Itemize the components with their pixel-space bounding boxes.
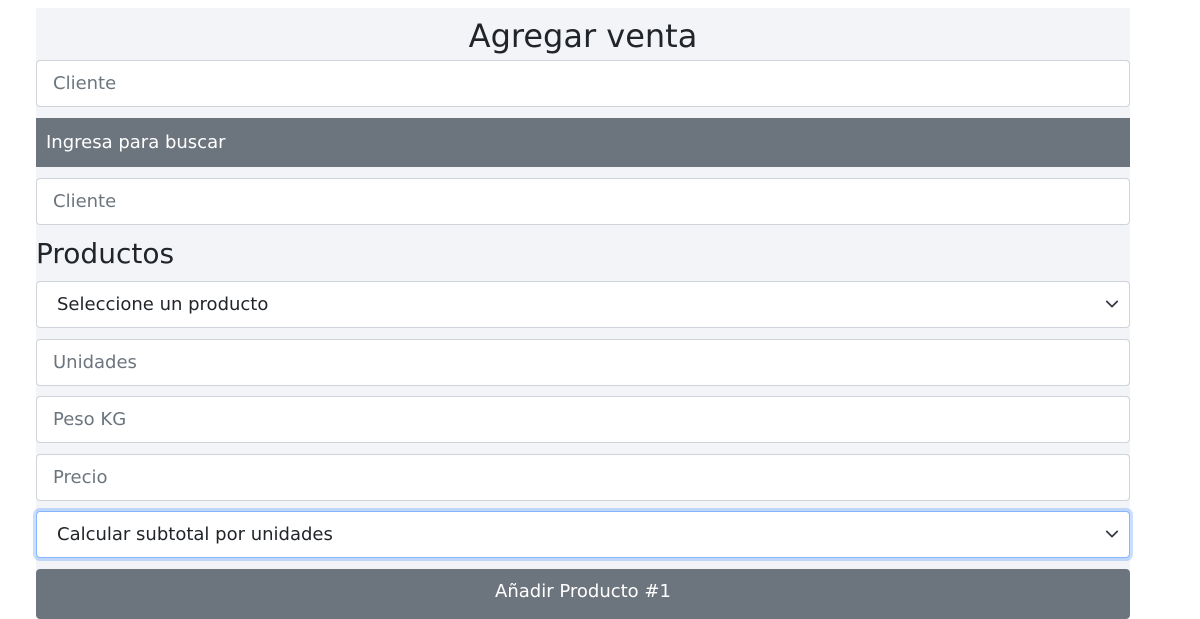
product-select-value: Seleccione un producto <box>57 294 269 315</box>
units-input[interactable] <box>36 339 1130 386</box>
add-product-button[interactable]: Añadir Producto #1 <box>36 569 1130 619</box>
subtotal-mode-select[interactable]: Calcular subtotal por unidades <box>36 511 1130 558</box>
subtotal-mode-value: Calcular subtotal por unidades <box>57 524 333 545</box>
page-title: Agregar venta <box>468 17 698 55</box>
product-select[interactable]: Seleccione un producto <box>36 281 1130 328</box>
client-input[interactable] <box>36 60 1130 107</box>
add-sale-form: Agregar venta Ingresa para buscar Produc… <box>36 8 1130 619</box>
search-results-bar[interactable]: Ingresa para buscar <box>36 118 1130 167</box>
weight-kg-input[interactable] <box>36 396 1130 443</box>
chevron-down-icon <box>1105 300 1119 307</box>
products-section-title: Productos <box>36 237 175 270</box>
price-input[interactable] <box>36 454 1130 501</box>
chevron-down-icon <box>1105 530 1119 537</box>
client-field[interactable] <box>36 178 1130 225</box>
